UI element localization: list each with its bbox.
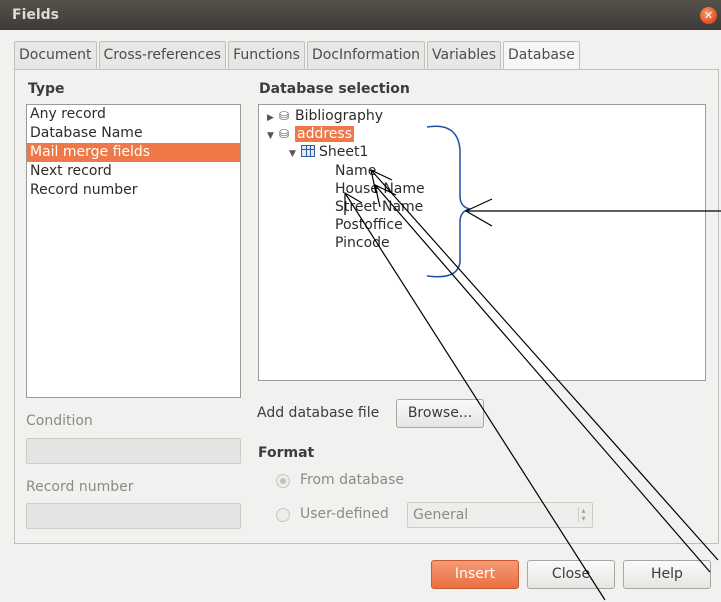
from-database-radio[interactable] [276,474,290,488]
database-selection-label: Database selection [259,81,410,97]
field-item-house-name[interactable]: House Name [335,180,425,198]
browse-button[interactable]: Browse... [396,399,484,428]
tree-item-bibliography[interactable]: ▶ ⛁ Bibliography [267,107,383,125]
database-icon: ⛁ [279,127,290,141]
type-item-database-name[interactable]: Database Name [27,124,240,143]
type-item-any-record[interactable]: Any record [27,105,240,124]
tab-bar: Document Cross-references Functions DocI… [14,41,582,71]
type-item-record-number[interactable]: Record number [27,181,240,200]
from-database-label: From database [300,472,405,488]
close-button[interactable]: Close [527,560,615,589]
tab-database[interactable]: Database [503,41,580,71]
condition-label: Condition [26,413,93,429]
close-icon[interactable]: ✕ [700,7,717,24]
dialog-title: Fields [12,7,60,23]
expander-down-icon[interactable]: ▼ [267,127,279,145]
dialog-titlebar: Fields ✕ [0,0,721,30]
tab-cross-references[interactable]: Cross-references [98,41,227,70]
database-tree[interactable]: ▶ ⛁ Bibliography ▼ ⛁ address ▼ Sheet1 Name Ho… [258,104,706,381]
type-list[interactable]: Any record Database Name Mail merge fiel… [26,104,241,398]
user-defined-label: User-defined [300,506,389,522]
format-select[interactable]: General ▴ ▾ [407,502,593,528]
add-database-file-label: Add database file [257,405,380,421]
tree-item-address-label: address [295,126,355,142]
tab-functions[interactable]: Functions [228,41,305,70]
condition-field [26,438,241,464]
format-label: Format [258,445,315,461]
table-icon [301,145,315,157]
help-button[interactable]: Help [623,560,711,589]
tab-variables[interactable]: Variables [427,41,502,70]
field-item-street-name[interactable]: Street Name [335,198,423,216]
record-number-label: Record number [26,479,134,495]
insert-button[interactable]: Insert [431,560,519,589]
tree-item-sheet1[interactable]: ▼ Sheet1 [289,143,368,161]
type-label: Type [28,81,65,97]
record-number-field [26,503,241,529]
tree-item-bibliography-label: Bibliography [295,108,383,124]
format-select-value: General [413,507,469,523]
database-icon: ⛁ [279,109,290,123]
field-item-pincode[interactable]: Pincode [335,234,390,252]
type-item-next-record[interactable]: Next record [27,162,240,181]
type-item-mail-merge-fields[interactable]: Mail merge fields [27,143,240,162]
tab-document[interactable]: Document [14,41,97,70]
field-item-postoffice[interactable]: Postoffice [335,216,403,234]
spinner-icon: ▴ ▾ [578,507,588,523]
user-defined-radio[interactable] [276,508,290,522]
tree-item-sheet1-label: Sheet1 [319,144,369,160]
field-item-name[interactable]: Name [335,162,376,180]
tab-docinformation[interactable]: DocInformation [306,41,426,70]
expander-down-icon[interactable]: ▼ [289,145,301,163]
tree-item-address[interactable]: ▼ ⛁ address [267,125,355,145]
